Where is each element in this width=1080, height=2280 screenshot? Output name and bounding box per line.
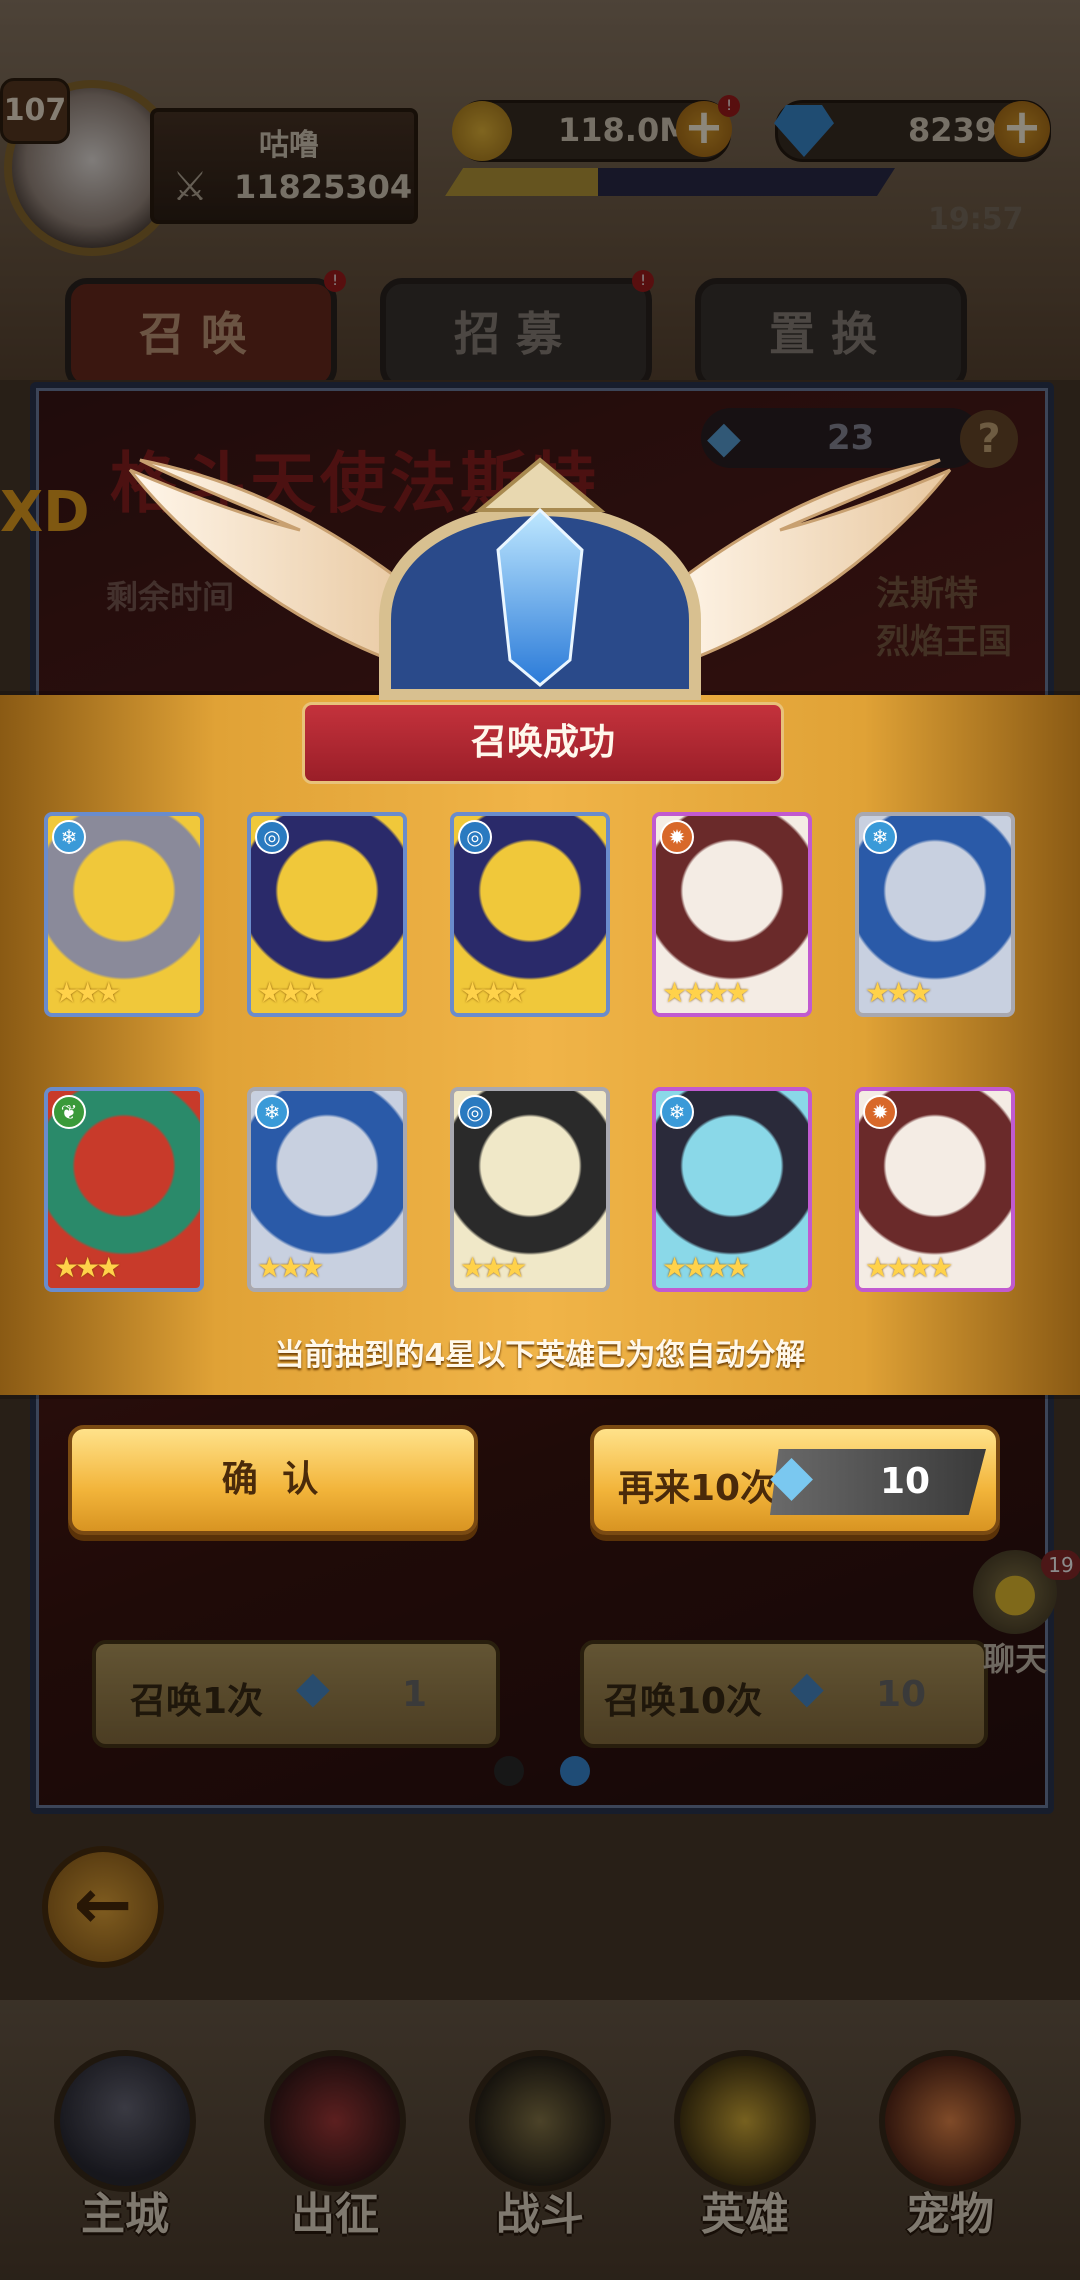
star-rating: ★★★★ xyxy=(662,1251,750,1284)
confirm-label: 确 认 xyxy=(221,1459,325,1500)
hero-card[interactable]: ✹ ★★★★ xyxy=(652,812,812,1017)
star-rating: ★★★ xyxy=(54,976,121,1009)
ice-element-icon: ❄ xyxy=(863,820,897,854)
star-rating: ★★★ xyxy=(257,976,324,1009)
blue-knight-hero: ❄ ★★★ xyxy=(859,816,1011,1013)
auto-decompose-notice: 当前抽到的4星以下英雄已为您自动分解 xyxy=(274,1338,806,1373)
hero-card[interactable]: ◎ ★★★ xyxy=(247,812,407,1017)
hero-card[interactable]: ❄ ★★★★ xyxy=(652,1087,812,1292)
summon-success-title: 召唤成功 xyxy=(302,702,784,784)
ice-element-icon: ❄ xyxy=(52,820,86,854)
blue-knight-hero: ❄ ★★★ xyxy=(251,1091,403,1288)
star-rating: ★★★ xyxy=(460,976,527,1009)
water-element-icon: ◎ xyxy=(458,820,492,854)
confirm-button[interactable]: 确 认 xyxy=(68,1425,478,1535)
summon-again-cost: 10 xyxy=(880,1461,931,1502)
star-rating: ★★★ xyxy=(257,1251,324,1284)
white-hair-hat-hero: ✹ ★★★★ xyxy=(859,1091,1011,1288)
ice-element-icon: ❄ xyxy=(660,1095,694,1129)
goggles-hero: ◎ ★★★ xyxy=(454,1091,606,1288)
winged-crystal-emblem-icon xyxy=(128,457,952,700)
water-element-icon: ◎ xyxy=(255,820,289,854)
fire-element-icon: ✹ xyxy=(863,1095,897,1129)
summon-again-label: 再来10次 xyxy=(618,1468,777,1509)
viking-hero: ❄ ★★★ xyxy=(48,816,200,1013)
hero-card[interactable]: ❄ ★★★ xyxy=(855,812,1015,1017)
hero-card[interactable]: ◎ ★★★ xyxy=(450,1087,610,1292)
summon-again-button[interactable]: 再来10次 10 ◆ xyxy=(590,1425,1000,1535)
hero-card[interactable]: ◎ ★★★ xyxy=(450,812,610,1017)
fire-element-icon: ✹ xyxy=(660,820,694,854)
white-hair-hat-hero: ✹ ★★★★ xyxy=(656,816,808,1013)
hero-card[interactable]: ✹ ★★★★ xyxy=(855,1087,1015,1292)
wood-element-icon: ❦ xyxy=(52,1095,86,1129)
summon-ticket-icon: ◆ xyxy=(770,1443,814,1508)
hero-card[interactable]: ❄ ★★★ xyxy=(247,1087,407,1292)
star-rating: ★★★★ xyxy=(662,976,750,1009)
water-element-icon: ◎ xyxy=(458,1095,492,1129)
blonde-eyepatch-hero: ◎ ★★★ xyxy=(251,816,403,1013)
cyan-goggles-hero: ❄ ★★★★ xyxy=(656,1091,808,1288)
archer-hero: ❦ ★★★ xyxy=(48,1091,200,1288)
hero-card[interactable]: ❦ ★★★ xyxy=(44,1087,204,1292)
hero-card[interactable]: ❄ ★★★ xyxy=(44,812,204,1017)
star-rating: ★★★ xyxy=(865,976,932,1009)
star-rating: ★★★ xyxy=(54,1251,121,1284)
star-rating: ★★★★ xyxy=(865,1251,953,1284)
ice-element-icon: ❄ xyxy=(255,1095,289,1129)
blonde-eyepatch-hero: ◎ ★★★ xyxy=(454,816,606,1013)
star-rating: ★★★ xyxy=(460,1251,527,1284)
